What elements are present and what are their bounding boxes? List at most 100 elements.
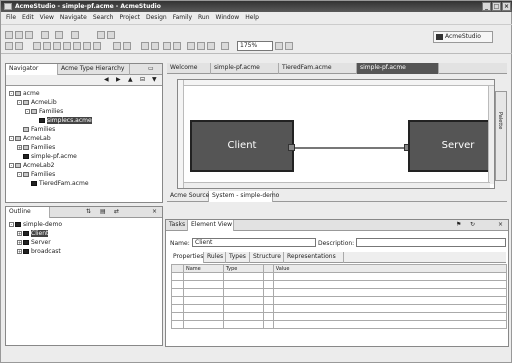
port-tool-icon[interactable] — [53, 42, 61, 50]
table-row[interactable] — [171, 296, 508, 305]
table-cell[interactable] — [262, 280, 274, 289]
fit-icon[interactable] — [207, 42, 215, 50]
tab-properties[interactable]: Properties — [170, 252, 204, 263]
table-cell[interactable] — [222, 296, 264, 305]
edit-icon[interactable] — [71, 31, 79, 39]
tree-item[interactable]: + broadcast — [17, 248, 61, 255]
back-icon[interactable]: ◀ — [104, 76, 109, 83]
maximize-button[interactable]: □ — [492, 2, 501, 11]
tab-navigator[interactable]: Navigator — [6, 64, 58, 75]
table-cell[interactable] — [272, 296, 508, 305]
table-cell[interactable] — [262, 304, 274, 313]
tree-item[interactable]: - AcmeLab2 — [9, 162, 54, 169]
tree-item[interactable]: simplecs.acme — [33, 117, 92, 124]
undo-icon[interactable] — [5, 42, 13, 50]
back-icon[interactable] — [97, 31, 105, 39]
table-cell[interactable] — [262, 296, 274, 305]
tab-tasks[interactable]: Tasks — [166, 220, 188, 231]
vertical-scrollbar[interactable] — [488, 86, 494, 184]
table-cell[interactable] — [222, 288, 264, 297]
forward-icon[interactable]: ▶ — [116, 76, 121, 83]
tree-item[interactable]: TieredFam.acme — [25, 180, 89, 187]
tab-welcome[interactable]: Welcome — [167, 63, 211, 74]
close-view-icon[interactable]: × — [498, 221, 503, 228]
align-center-icon[interactable] — [123, 42, 131, 50]
search-icon[interactable] — [55, 31, 63, 39]
table-cell[interactable] — [182, 296, 224, 305]
table-cell[interactable] — [222, 280, 264, 289]
tab-rules[interactable]: Rules — [204, 252, 226, 263]
layout-icon[interactable] — [141, 42, 149, 50]
tab-tieredfam[interactable]: TieredFam.acme — [279, 63, 357, 74]
bring-front-icon[interactable] — [163, 42, 171, 50]
table-cell[interactable] — [222, 272, 264, 281]
table-cell[interactable] — [222, 320, 264, 329]
table-cell[interactable] — [182, 312, 224, 321]
print-icon[interactable] — [25, 31, 33, 39]
table-row[interactable] — [171, 320, 508, 329]
expand-toggle-icon[interactable]: - — [17, 172, 22, 177]
table-cell[interactable] — [262, 312, 274, 321]
table-cell[interactable] — [171, 312, 184, 321]
snapshot-icon[interactable] — [285, 42, 293, 50]
connector-tool-icon[interactable] — [43, 42, 51, 50]
align-left-icon[interactable] — [113, 42, 121, 50]
table-cell[interactable] — [262, 288, 274, 297]
link-icon[interactable]: ⇄ — [114, 208, 119, 215]
column-header[interactable]: Name — [182, 264, 224, 273]
table-cell[interactable] — [171, 288, 184, 297]
table-cell[interactable] — [262, 272, 274, 281]
sort-icon[interactable]: ⇅ — [86, 208, 91, 215]
tab-simple-pf[interactable]: simple-pf.acme — [211, 63, 279, 74]
tree-item[interactable]: - Families — [17, 171, 55, 178]
table-cell[interactable] — [222, 312, 264, 321]
tab-outline[interactable]: Outline — [6, 207, 50, 218]
horizontal-scrollbar[interactable] — [184, 182, 490, 188]
table-cell[interactable] — [272, 280, 508, 289]
menu-view[interactable]: View — [40, 13, 54, 23]
table-cell[interactable] — [171, 304, 184, 313]
table-cell[interactable] — [182, 280, 224, 289]
table-cell[interactable] — [272, 320, 508, 329]
table-cell[interactable] — [182, 272, 224, 281]
column-header[interactable]: Type — [222, 264, 264, 273]
tree-item[interactable]: - AcmeLab — [9, 135, 51, 142]
expand-toggle-icon[interactable]: - — [9, 222, 14, 227]
expand-toggle-icon[interactable]: - — [9, 163, 14, 168]
table-cell[interactable] — [272, 288, 508, 297]
pin-icon[interactable]: ⚑ — [456, 221, 461, 228]
run-icon[interactable] — [41, 31, 49, 39]
tree-layout-icon[interactable] — [151, 42, 159, 50]
tree-item[interactable]: simple-pf.acme — [17, 153, 77, 160]
table-cell[interactable] — [182, 320, 224, 329]
menu-window[interactable]: Window — [216, 13, 240, 23]
send-back-icon[interactable] — [173, 42, 181, 50]
connector[interactable] — [291, 147, 409, 149]
tab-representations[interactable]: Representations — [284, 252, 344, 263]
zoom-select[interactable]: 175% — [237, 41, 273, 51]
tab-simple-pf-active[interactable]: simple-pf.acme — [357, 63, 439, 74]
menu-design[interactable]: Design — [146, 13, 167, 23]
view-menu-icon[interactable]: ▼ — [152, 76, 157, 83]
zoom-dropdown-icon[interactable] — [275, 42, 283, 50]
component-tool-icon[interactable] — [33, 42, 41, 50]
palette[interactable]: Palette — [495, 91, 507, 181]
expand-toggle-icon[interactable]: + — [17, 240, 22, 245]
description-field[interactable] — [356, 238, 506, 247]
column-header[interactable]: Value — [272, 264, 508, 273]
tree-item[interactable]: + Client — [17, 230, 49, 237]
tree-item[interactable]: - Families — [25, 108, 63, 115]
table-cell[interactable] — [182, 288, 224, 297]
menu-family[interactable]: Family — [173, 13, 192, 23]
tree-item[interactable]: + Families — [17, 144, 55, 151]
expand-toggle-icon[interactable]: - — [9, 91, 14, 96]
table-cell[interactable] — [171, 296, 184, 305]
new-icon[interactable] — [5, 31, 13, 39]
table-cell[interactable] — [262, 320, 274, 329]
grid-icon[interactable] — [221, 42, 229, 50]
server-component[interactable]: Server — [408, 120, 494, 172]
expand-toggle-icon[interactable]: - — [25, 109, 30, 114]
expand-toggle-icon[interactable]: + — [17, 249, 22, 254]
table-cell[interactable] — [171, 272, 184, 281]
close-button[interactable]: × — [502, 2, 511, 11]
